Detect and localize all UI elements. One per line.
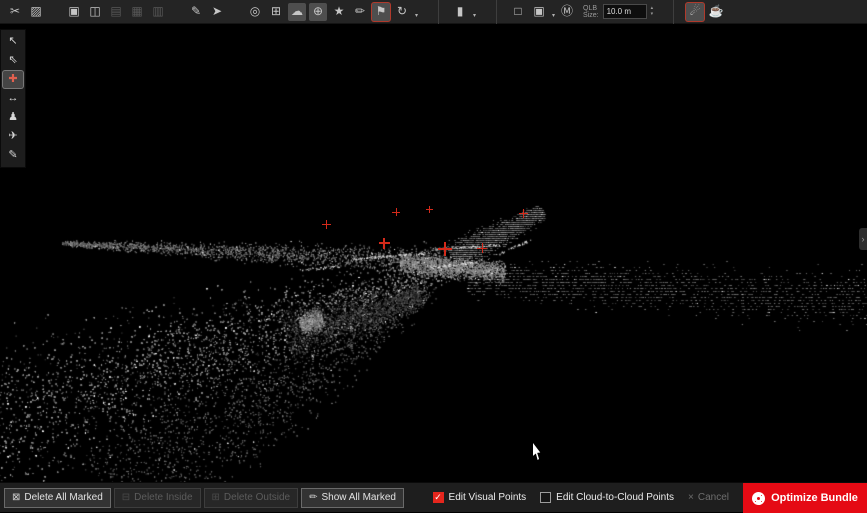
delete-outside-button: ⊞ Delete Outside <box>204 488 299 508</box>
edit-visual-points-checkbox-box[interactable]: ✓ <box>433 492 444 503</box>
pick-arrow-icon[interactable]: ➤ <box>208 3 226 21</box>
show-all-marked-label: Show All Marked <box>321 492 395 503</box>
walk-mode-tool[interactable]: ♟ <box>3 109 23 126</box>
auto-register-icon[interactable]: ↻▾ <box>393 3 411 21</box>
cloud-tools-group: ◎⊞☁⊕★✏⚑↻▾ <box>246 0 418 24</box>
spotlight-tool-icon[interactable]: ☄ <box>686 3 704 21</box>
point-cloud-canvas[interactable] <box>0 24 867 482</box>
delete-outside-label: Delete Outside <box>224 492 290 503</box>
qlb-size: QLBSize: 10.0 m ▴▾ <box>583 4 653 19</box>
render-mode-group: ▮▾ <box>438 0 476 24</box>
layout-grid-icon[interactable]: ▦ <box>128 3 146 21</box>
view-layout-tools-group: ▣◫▤▦▥ <box>65 0 167 24</box>
cancel-label: Cancel <box>698 492 729 503</box>
qlb-size-spinner[interactable]: ▴▾ <box>651 6 654 17</box>
render-mode-icon-caret[interactable]: ▾ <box>473 13 476 19</box>
optimize-bundle-button[interactable]: Optimize Bundle <box>743 483 867 513</box>
control-point-marker[interactable] <box>426 206 433 213</box>
annotations-icon[interactable]: ⊞ <box>267 3 285 21</box>
edit-visual-points-checkbox[interactable]: ✓ Edit Visual Points <box>433 492 527 503</box>
spinner-down-icon[interactable]: ▾ <box>651 12 654 17</box>
render-mode-icon[interactable]: ▮▾ <box>451 3 469 21</box>
pattern-fill-icon[interactable]: ▨ <box>27 3 45 21</box>
slice-tool-icon[interactable]: ✂ <box>6 3 24 21</box>
show-all-marked-button[interactable]: ✏ Show All Marked <box>301 488 404 508</box>
space-tools-group: □▣▾ Ⓜ QLBSize: 10.0 m ▴▾ <box>496 0 653 24</box>
edit-options-group: ✓ Edit Visual Points Edit Cloud-to-Cloud P… <box>433 492 674 503</box>
paint-bucket-icon[interactable]: ☕ <box>707 3 725 21</box>
control-point-marker[interactable] <box>519 209 528 218</box>
select-tool[interactable]: ↖ <box>3 33 23 50</box>
file-tools-group: ✂▨ <box>6 0 45 24</box>
delete-all-marked-button[interactable]: ⊠ Delete All Marked <box>4 488 111 508</box>
layout-columns-icon[interactable]: ▥ <box>149 3 167 21</box>
geo-globe-icon[interactable]: ⊕ <box>309 3 327 21</box>
delete-all-marked-icon: ⊠ <box>12 492 20 503</box>
delete-all-marked-label: Delete All Marked <box>24 492 102 503</box>
edit-cloud-to-cloud-checkbox[interactable]: Edit Cloud-to-Cloud Points <box>540 492 674 503</box>
left-tool-palette: ↖ ⇖ ✚ ↔ ♟ ✈ ✎ <box>0 29 26 168</box>
cancel-button: × Cancel <box>688 492 729 503</box>
delete-inside-label: Delete Inside <box>134 492 192 503</box>
polyline-draw-icon[interactable]: ✎ <box>187 3 205 21</box>
chevron-right-icon: › <box>862 234 865 244</box>
qlb-size-label: QLBSize: <box>583 5 599 19</box>
delete-outside-icon: ⊞ <box>212 492 220 503</box>
bundle-cube-icon[interactable]: □ <box>509 3 527 21</box>
optimize-label: Optimize Bundle <box>771 492 858 504</box>
paint-tools-group: ☄☕ <box>673 0 725 24</box>
modelspace-m-icon[interactable]: Ⓜ <box>558 3 576 21</box>
layout-split-icon[interactable]: ◫ <box>86 3 104 21</box>
fly-mode-tool[interactable]: ✈ <box>3 128 23 145</box>
draw-tools-group: ✎➤ <box>187 0 226 24</box>
markup-pen-icon[interactable]: ✏ <box>351 3 369 21</box>
pick-point-tool[interactable]: ⇖ <box>3 52 23 69</box>
control-point-marker[interactable] <box>379 238 390 249</box>
mark-actions-group: ⊠ Delete All Marked ⊟ Delete Inside ⊞ Delete … <box>4 488 407 508</box>
point-cloud-toggle-icon[interactable]: ☁ <box>288 3 306 21</box>
bottom-action-bar: ⊠ Delete All Marked ⊟ Delete Inside ⊞ Delete … <box>0 482 867 512</box>
close-icon: × <box>688 492 694 503</box>
control-point-marker[interactable] <box>438 242 452 256</box>
top-toolbar: ✂▨▣◫▤▦▥✎➤◎⊞☁⊕★✏⚑↻▾▮▾□▣▾ⓂQLBSize:10.0 m▴▾… <box>0 0 867 24</box>
limit-box-icon[interactable]: ◎ <box>246 3 264 21</box>
edit-cloud-to-cloud-checkbox-label: Edit Cloud-to-Cloud Points <box>556 492 674 503</box>
auto-register-icon-caret[interactable]: ▾ <box>415 13 418 19</box>
measure-distance-tool[interactable]: ↔ <box>3 90 23 107</box>
quick-slice-icon[interactable]: ★ <box>330 3 348 21</box>
bundle-adjust-icon <box>752 492 765 505</box>
show-all-marked-icon: ✏ <box>309 492 317 503</box>
control-point-marker[interactable] <box>322 220 331 229</box>
control-point-marker[interactable] <box>477 243 487 253</box>
camera-icon[interactable]: ▣ <box>65 3 83 21</box>
sites-cube-icon-caret[interactable]: ▾ <box>552 13 555 19</box>
delete-inside-icon: ⊟ <box>122 492 130 503</box>
right-panel-expander[interactable]: › <box>859 228 867 250</box>
seek-move-tool[interactable]: ✚ <box>3 71 23 88</box>
paint-select-tool[interactable]: ✎ <box>3 147 23 164</box>
layout-rows-icon[interactable]: ▤ <box>107 3 125 21</box>
control-point-pin-icon[interactable]: ⚑ <box>372 3 390 21</box>
delete-inside-button: ⊟ Delete Inside <box>114 488 201 508</box>
edit-visual-points-checkbox-label: Edit Visual Points <box>449 492 527 503</box>
control-point-marker[interactable] <box>392 208 400 216</box>
sites-cube-icon[interactable]: ▣▾ <box>530 3 548 21</box>
qlb-size-input[interactable]: 10.0 m <box>603 4 647 19</box>
edit-cloud-to-cloud-checkbox-box[interactable] <box>540 492 551 503</box>
